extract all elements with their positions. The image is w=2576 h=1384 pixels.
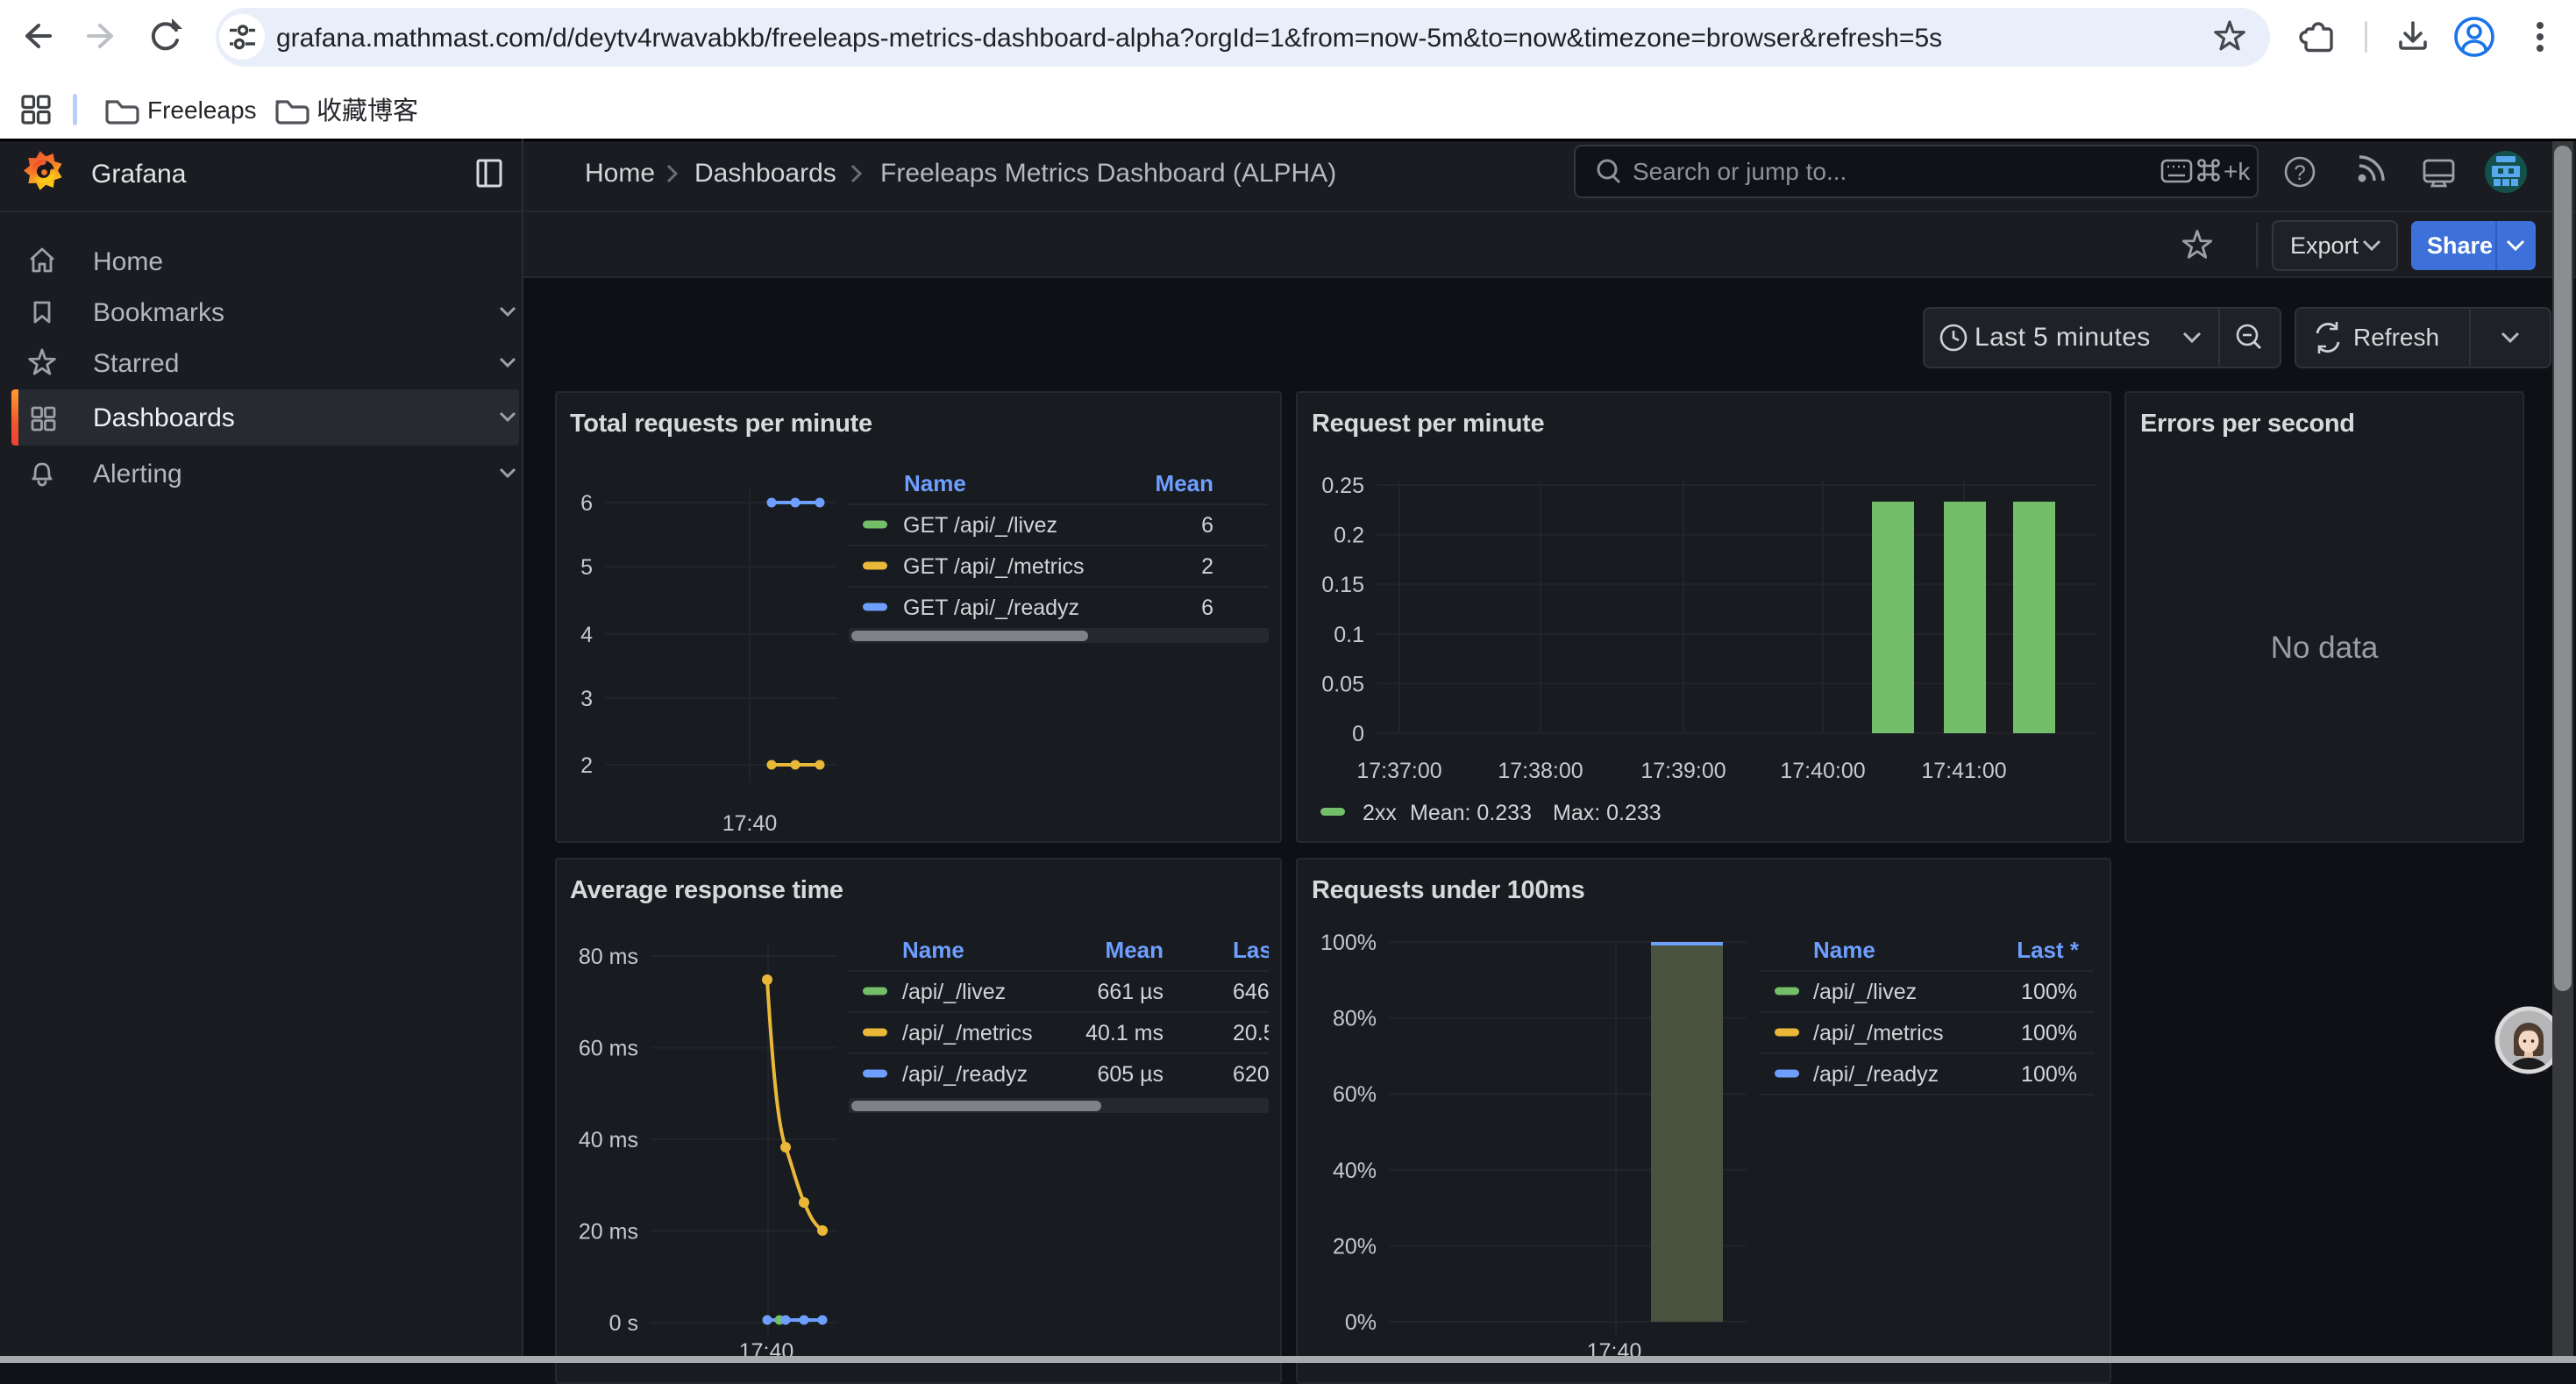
svg-text:20.5 ms: 20.5 ms (1233, 1021, 1311, 1045)
svg-text:6: 6 (580, 491, 593, 516)
svg-text:100%: 100% (2021, 980, 2077, 1004)
svg-text:GET /api/_/readyz: GET /api/_/readyz (903, 596, 1079, 620)
svg-text:GET /api/_/livez: GET /api/_/livez (903, 513, 1057, 538)
svg-text:Request per minute: Request per minute (1312, 410, 1544, 438)
svg-text:17:37:00: 17:37:00 (1356, 759, 1441, 783)
svg-text:100%: 100% (2021, 1062, 2077, 1087)
svg-text:80 ms: 80 ms (579, 945, 638, 969)
svg-text:20%: 20% (1333, 1234, 1377, 1259)
svg-text:646 µs: 646 µs (1233, 980, 1299, 1004)
svg-text:40%: 40% (1333, 1159, 1377, 1183)
svg-text:100%: 100% (2021, 1021, 2077, 1045)
svg-text:Mean: Mean (1106, 937, 1163, 963)
svg-text:5: 5 (580, 555, 593, 580)
svg-text:0: 0 (1352, 722, 1364, 746)
svg-text:0.1: 0.1 (1334, 623, 1364, 647)
svg-text:/api/_/readyz: /api/_/readyz (902, 1062, 1028, 1087)
svg-text:Name: Name (1813, 937, 1875, 963)
svg-text:Total requests per minute: Total requests per minute (570, 410, 872, 438)
svg-text:2: 2 (580, 753, 593, 778)
svg-text:17:41:00: 17:41:00 (1921, 759, 2006, 783)
svg-text:17:40: 17:40 (722, 811, 778, 836)
svg-text:20 ms: 20 ms (579, 1220, 638, 1245)
svg-text:Last *: Last * (2017, 937, 2080, 963)
svg-text:0.25: 0.25 (1321, 474, 1364, 498)
svg-text:0.2: 0.2 (1334, 524, 1364, 548)
svg-text:100%: 100% (1320, 931, 1377, 955)
svg-text:/api/_/readyz: /api/_/readyz (1813, 1062, 1939, 1087)
svg-text:Requests under 100ms: Requests under 100ms (1312, 876, 1585, 904)
svg-text:0 s: 0 s (609, 1311, 638, 1336)
svg-text:/api/_/livez: /api/_/livez (902, 980, 1006, 1004)
svg-text:80%: 80% (1333, 1007, 1377, 1031)
svg-text:60%: 60% (1333, 1082, 1377, 1107)
svg-text:605 µs: 605 µs (1097, 1062, 1163, 1087)
svg-text:GET /api/_/metrics: GET /api/_/metrics (903, 554, 1085, 579)
svg-text:4: 4 (580, 623, 593, 647)
svg-text:6: 6 (1201, 596, 1213, 620)
svg-text:Mean: 0.233: Mean: 0.233 (1410, 801, 1532, 825)
svg-text:6: 6 (1201, 513, 1213, 538)
svg-text:17:40:00: 17:40:00 (1780, 759, 1865, 783)
svg-text:/api/_/metrics: /api/_/metrics (902, 1021, 1033, 1045)
svg-text:Mean: Mean (1156, 470, 1213, 496)
svg-text:Max: 0.233: Max: 0.233 (1553, 801, 1662, 825)
svg-text:0.05: 0.05 (1321, 672, 1364, 696)
svg-text:17:39:00: 17:39:00 (1640, 759, 1726, 783)
svg-text:661 µs: 661 µs (1097, 980, 1163, 1004)
svg-text:3: 3 (580, 687, 593, 711)
svg-text:40 ms: 40 ms (579, 1128, 638, 1152)
svg-text:Average response time: Average response time (570, 876, 843, 904)
svg-text:2xx: 2xx (1363, 801, 1397, 825)
svg-text:/api/_/metrics: /api/_/metrics (1813, 1021, 1944, 1045)
svg-text:/api/_/livez: /api/_/livez (1813, 980, 1917, 1004)
svg-text:Last *: Last * (1233, 937, 1296, 963)
svg-text:Errors per second: Errors per second (2140, 410, 2355, 438)
svg-text:No data: No data (2271, 631, 2379, 665)
svg-text:Name: Name (902, 937, 964, 963)
svg-text:Name: Name (904, 470, 966, 496)
svg-text:60 ms: 60 ms (579, 1037, 638, 1061)
svg-text:620 µs: 620 µs (1233, 1062, 1299, 1087)
svg-text:0.15: 0.15 (1321, 573, 1364, 597)
svg-text:17:38:00: 17:38:00 (1498, 759, 1583, 783)
svg-text:40.1 ms: 40.1 ms (1085, 1021, 1163, 1045)
svg-text:2: 2 (1201, 554, 1213, 579)
svg-text:0%: 0% (1345, 1310, 1377, 1335)
